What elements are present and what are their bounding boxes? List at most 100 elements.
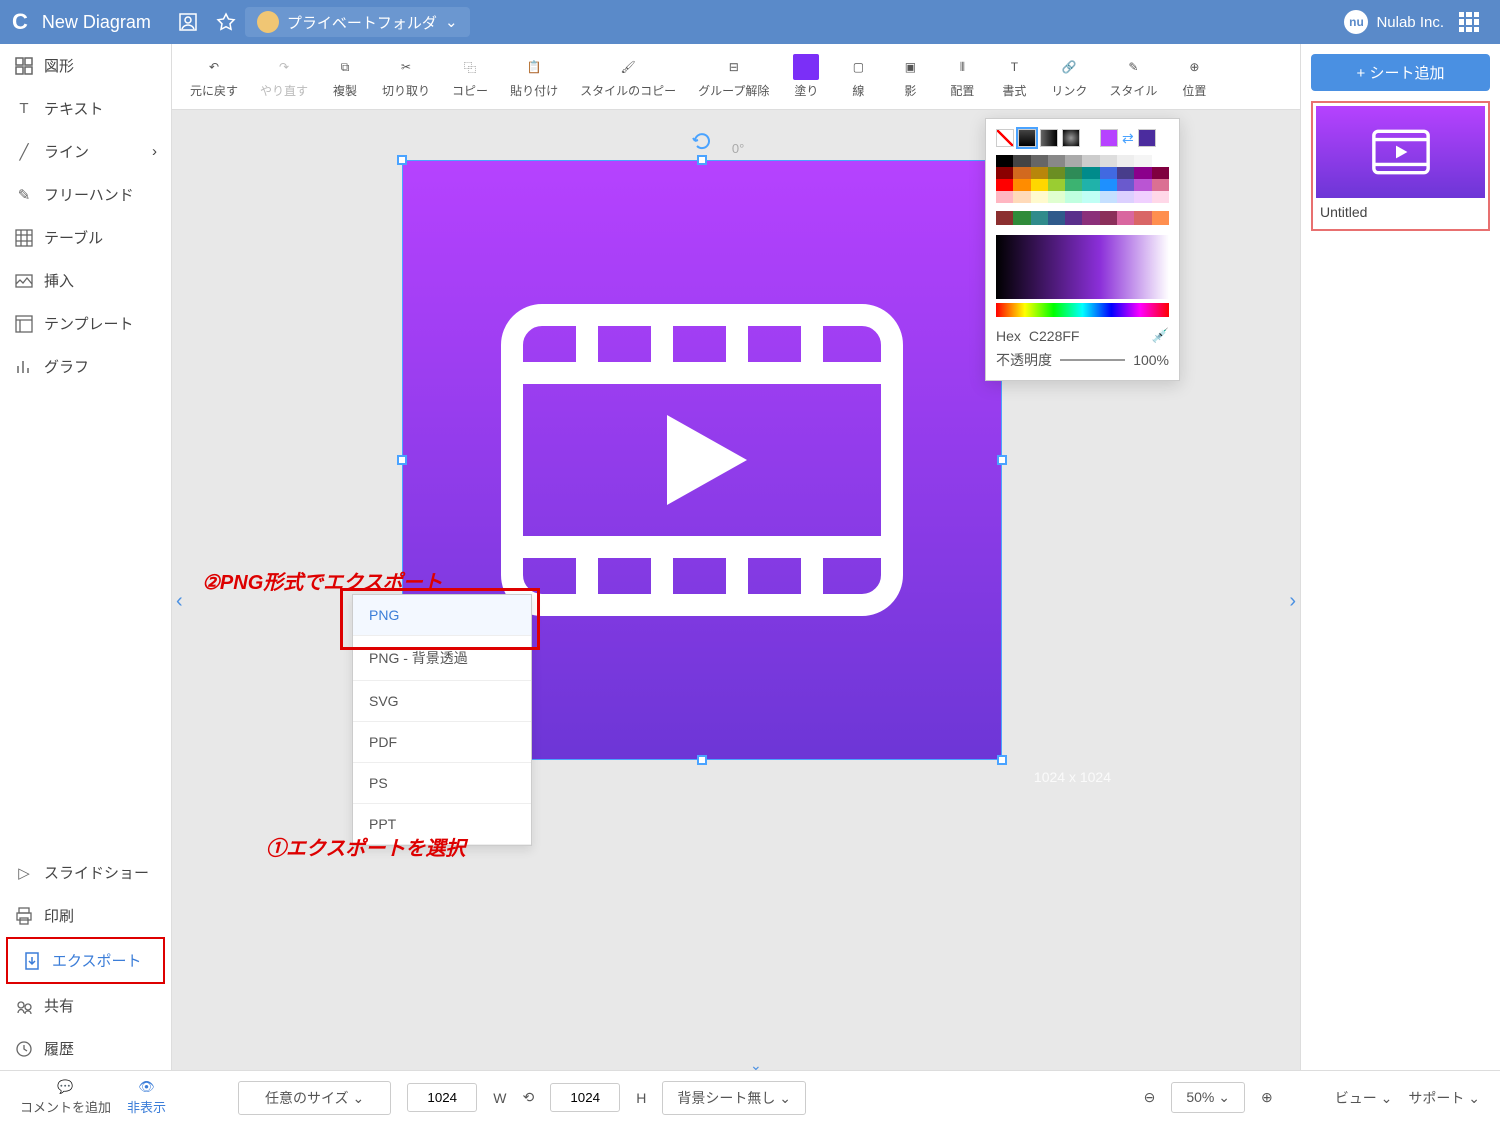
palette-color[interactable]	[1048, 179, 1065, 191]
palette-color[interactable]	[1152, 191, 1169, 203]
zoom-select[interactable]: 50% ⌄	[1171, 1082, 1245, 1113]
resize-handle-br[interactable]	[997, 755, 1007, 765]
palette-color[interactable]	[1134, 155, 1151, 167]
company-link[interactable]: nu Nulab Inc.	[1344, 10, 1444, 34]
sidebar-item-text[interactable]: Tテキスト	[0, 87, 171, 130]
palette-color[interactable]	[996, 155, 1013, 167]
tool-brush[interactable]: 🖌スタイルのコピー	[570, 50, 686, 103]
sidebar-item-line[interactable]: ╱ライン›	[0, 130, 171, 173]
recent-color[interactable]	[1013, 211, 1030, 225]
gradient-swatch[interactable]	[1018, 129, 1036, 147]
color-field[interactable]	[996, 235, 1169, 299]
palette-color[interactable]	[1031, 167, 1048, 179]
recent-color[interactable]	[1048, 211, 1065, 225]
palette-color[interactable]	[996, 179, 1013, 191]
zoom-out-button[interactable]: ⊖	[1144, 1089, 1156, 1106]
recent-color[interactable]	[1117, 211, 1134, 225]
gradient-swatch-2[interactable]	[1040, 129, 1058, 147]
next-sheet-arrow[interactable]: ›	[1289, 590, 1296, 613]
resize-handle-bm[interactable]	[697, 755, 707, 765]
canvas[interactable]: ‹ › 0°	[172, 110, 1300, 1070]
sidebar-item-insert[interactable]: 挿入	[0, 259, 171, 302]
palette-color[interactable]	[1082, 179, 1099, 191]
recent-color[interactable]	[1152, 211, 1169, 225]
rotate-handle[interactable]	[692, 131, 712, 151]
height-input[interactable]	[550, 1083, 620, 1112]
palette-color[interactable]	[1013, 155, 1030, 167]
sidebar-item-freehand[interactable]: ✎フリーハンド	[0, 173, 171, 216]
hex-input[interactable]	[1029, 328, 1099, 344]
tool-duplicate[interactable]: ⧉複製	[320, 50, 370, 103]
sidebar-item-chart[interactable]: グラフ	[0, 345, 171, 388]
export-option-ps[interactable]: PS	[353, 763, 531, 804]
sidebar-item-shapes[interactable]: 図形	[0, 44, 171, 87]
swap-dimensions-icon[interactable]: ⟲	[522, 1089, 534, 1106]
palette-color[interactable]	[1048, 167, 1065, 179]
tool-style[interactable]: ✎スタイル	[1099, 50, 1167, 103]
tool-shadow[interactable]: ▣影	[885, 50, 935, 103]
support-menu[interactable]: サポート ⌄	[1408, 1088, 1480, 1108]
palette-color[interactable]	[996, 191, 1013, 203]
palette-color[interactable]	[1065, 179, 1082, 191]
palette-color[interactable]	[1013, 191, 1030, 203]
sidebar-item-share[interactable]: 共有	[0, 984, 171, 1027]
resize-handle-mr[interactable]	[997, 455, 1007, 465]
resize-handle-tl[interactable]	[397, 155, 407, 165]
color-stop-2[interactable]	[1138, 129, 1156, 147]
palette-color[interactable]	[1134, 167, 1151, 179]
recent-color[interactable]	[1031, 211, 1048, 225]
export-option-pdf[interactable]: PDF	[353, 722, 531, 763]
tool-position[interactable]: ⊕位置	[1169, 50, 1219, 103]
palette-color[interactable]	[1117, 191, 1134, 203]
palette-color[interactable]	[1152, 179, 1169, 191]
palette-color[interactable]	[1031, 179, 1048, 191]
sidebar-item-history[interactable]: 履歴	[0, 1027, 171, 1070]
sidebar-item-print[interactable]: 印刷	[0, 894, 171, 937]
app-logo[interactable]: C	[12, 9, 28, 35]
palette-color[interactable]	[1065, 167, 1082, 179]
toggle-visibility-button[interactable]: 👁非表示	[127, 1079, 166, 1116]
palette-color[interactable]	[1048, 191, 1065, 203]
tool-copy[interactable]: ⿻コピー	[442, 50, 498, 103]
color-palette[interactable]	[996, 155, 1169, 203]
palette-color[interactable]	[1100, 179, 1117, 191]
palette-color[interactable]	[1013, 179, 1030, 191]
palette-color[interactable]	[1134, 191, 1151, 203]
palette-color[interactable]	[1100, 167, 1117, 179]
resize-handle-ml[interactable]	[397, 455, 407, 465]
sidebar-item-table[interactable]: テーブル	[0, 216, 171, 259]
zoom-in-button[interactable]: ⊕	[1261, 1089, 1273, 1106]
tool-ungroup[interactable]: ⊟グループ解除	[688, 50, 779, 103]
gradient-swatch-3[interactable]	[1062, 129, 1080, 147]
add-comment-button[interactable]: 💬コメントを追加	[20, 1079, 111, 1116]
palette-color[interactable]	[1117, 179, 1134, 191]
palette-color[interactable]	[1152, 155, 1169, 167]
palette-color[interactable]	[1065, 191, 1082, 203]
swap-colors-icon[interactable]: ⇄	[1122, 130, 1134, 147]
palette-color[interactable]	[1065, 155, 1082, 167]
palette-color[interactable]	[1152, 167, 1169, 179]
palette-color[interactable]	[1048, 155, 1065, 167]
palette-color[interactable]	[1013, 167, 1030, 179]
tool-paste[interactable]: 📋貼り付け	[500, 50, 568, 103]
sheet-thumbnail[interactable]: Untitled	[1311, 101, 1490, 231]
color-stop-1[interactable]	[1100, 129, 1118, 147]
palette-color[interactable]	[1134, 179, 1151, 191]
user-frame-icon[interactable]	[175, 9, 201, 35]
palette-color[interactable]	[1082, 155, 1099, 167]
prev-sheet-arrow[interactable]: ‹	[176, 590, 183, 613]
opacity-slider[interactable]	[1060, 359, 1125, 361]
tool-format[interactable]: T書式	[989, 50, 1039, 103]
export-option-png[interactable]: PNG	[353, 595, 531, 636]
collapse-bottombar-icon[interactable]: ⌄	[750, 1057, 762, 1074]
export-option-png[interactable]: PNG - 背景透過	[353, 636, 531, 681]
size-preset-select[interactable]: 任意のサイズ ⌄	[238, 1081, 391, 1115]
background-select[interactable]: 背景シート無し ⌄	[662, 1081, 806, 1115]
star-icon[interactable]	[213, 9, 239, 35]
palette-color[interactable]	[1100, 191, 1117, 203]
recent-color[interactable]	[1065, 211, 1082, 225]
sidebar-item-template[interactable]: テンプレート	[0, 302, 171, 345]
tool-link[interactable]: 🔗リンク	[1041, 50, 1097, 103]
recent-color[interactable]	[1134, 211, 1151, 225]
apps-grid-icon[interactable]	[1456, 9, 1482, 35]
